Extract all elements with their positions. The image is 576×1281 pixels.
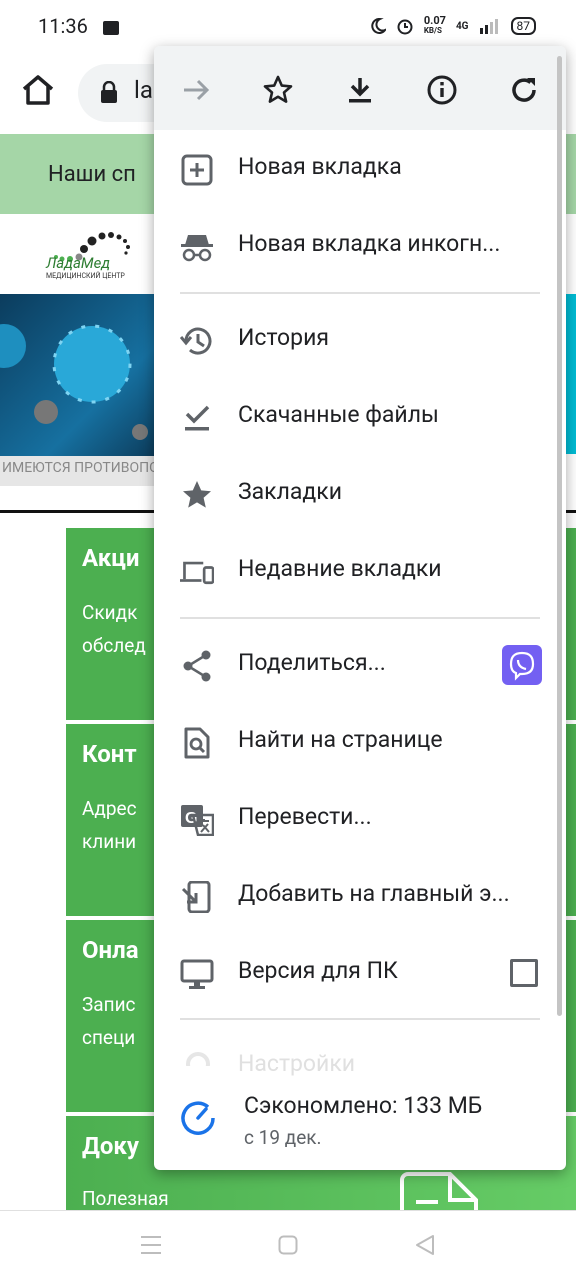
add-to-home-icon xyxy=(181,881,211,913)
page-info-icon[interactable] xyxy=(426,74,458,106)
menu-item-add-to-home[interactable]: Добавить на главный э... xyxy=(154,858,566,935)
virus-illustration xyxy=(0,324,148,440)
reload-icon[interactable] xyxy=(508,74,540,106)
logo-name: ЛадаМед xyxy=(46,254,111,272)
menu-item-translate[interactable]: G Перевести... xyxy=(154,781,566,858)
recent-apps-icon[interactable] xyxy=(140,1235,162,1255)
signal-icon xyxy=(479,19,498,34)
menu-item-incognito[interactable]: Новая вкладка инкогн... xyxy=(154,208,566,285)
menu-item-history[interactable]: История xyxy=(154,302,566,379)
card-text: Скидк xyxy=(82,601,138,624)
card-title: Конт xyxy=(82,740,137,768)
menu-item-label: Закладки xyxy=(238,478,342,505)
network-speed-unit: KB/S xyxy=(423,26,442,35)
network-type: 4G xyxy=(455,20,469,32)
card-text: обслед xyxy=(82,634,146,657)
menu-scrollbar[interactable] xyxy=(557,56,562,1016)
menu-item-label: Недавние вкладки xyxy=(238,555,442,582)
card-text: Адрес xyxy=(82,797,137,820)
settings-gear-icon xyxy=(186,1052,210,1066)
share-icon xyxy=(183,650,211,682)
data-saved-since: с 19 дек. xyxy=(244,1126,322,1149)
viber-share-icon[interactable] xyxy=(502,645,542,685)
hero-caption: ИМЕЮТСЯ ПРОТИВОПОКА xyxy=(2,460,177,476)
hero-image-virus xyxy=(0,294,160,480)
bookmark-star-icon[interactable] xyxy=(262,74,294,106)
banner-text: Наши сп xyxy=(48,162,136,187)
home-icon[interactable] xyxy=(20,72,56,108)
menu-item-label: Версия для ПК xyxy=(238,957,398,984)
menu-item-recent-tabs[interactable]: Недавние вкладки xyxy=(154,533,566,610)
card-title: Акци xyxy=(82,544,140,572)
forward-arrow-icon[interactable] xyxy=(180,74,212,106)
do-not-disturb-moon-icon xyxy=(371,18,386,34)
data-saver-gauge-icon xyxy=(181,1101,215,1135)
recent-tabs-icon xyxy=(180,561,214,585)
network-speed-value: 0.07 xyxy=(423,14,446,27)
viber-phone-glyph xyxy=(509,651,535,681)
status-indicators: 0.07 KB/S 4G 87 xyxy=(370,14,536,36)
card-title: Доку xyxy=(82,1132,140,1160)
data-saved-title[interactable]: Сэкономлено: 133 МБ xyxy=(244,1092,482,1119)
new-tab-icon xyxy=(181,154,213,186)
card-text: Запис xyxy=(82,993,136,1016)
desktop-icon xyxy=(180,959,214,989)
menu-item-label: Добавить на главный э... xyxy=(238,880,510,907)
menu-item-label: Новая вкладка xyxy=(238,153,402,180)
download-icon[interactable] xyxy=(344,74,376,106)
translate-icon: G xyxy=(181,805,214,836)
menu-divider xyxy=(180,292,540,294)
find-in-page-icon xyxy=(184,727,210,759)
menu-item-downloads[interactable]: Скачанные файлы xyxy=(154,379,566,456)
menu-item-new-tab[interactable]: Новая вкладка xyxy=(154,131,566,208)
bookmarks-star-icon xyxy=(183,481,211,508)
card-text: клини xyxy=(82,830,137,853)
history-icon xyxy=(180,327,212,355)
menu-item-find-in-page[interactable]: Найти на странице xyxy=(154,704,566,781)
network-speed: 0.07 KB/S xyxy=(423,14,446,36)
gallery-notification-icon xyxy=(103,21,119,35)
menu-item-label: Новая вкладка инкогн... xyxy=(238,230,501,257)
alarm-icon xyxy=(397,19,413,35)
lock-icon xyxy=(101,81,117,103)
menu-item-bookmarks[interactable]: Закладки xyxy=(154,456,566,533)
downloads-icon xyxy=(185,405,210,431)
menu-item-desktop-version[interactable]: Версия для ПК xyxy=(154,935,566,1012)
menu-divider xyxy=(180,1018,540,1020)
menu-item-label: Найти на странице xyxy=(238,726,443,753)
battery-icon: 87 xyxy=(510,17,536,35)
document-icon xyxy=(400,1172,478,1210)
card-title: Онла xyxy=(82,936,139,964)
back-nav-icon[interactable] xyxy=(414,1234,436,1256)
home-nav-icon[interactable] xyxy=(278,1235,298,1255)
status-time: 11:36 xyxy=(38,14,88,38)
card-text: специ xyxy=(82,1026,136,1049)
logo-subtitle: МЕДИЦИНСКИЙ ЦЕНТР xyxy=(46,272,125,280)
menu-item-label: Скачанные файлы xyxy=(238,401,439,428)
menu-divider xyxy=(180,617,540,619)
browser-overflow-menu: Новая вкладка Новая вкладка инкогн... Ис… xyxy=(154,46,566,1170)
menu-item-label: Перевести... xyxy=(238,803,372,830)
desktop-version-checkbox[interactable] xyxy=(510,959,538,987)
menu-item-label: История xyxy=(238,324,329,351)
incognito-icon xyxy=(181,235,213,262)
menu-item-label: Поделиться... xyxy=(238,649,386,676)
url-text[interactable]: la xyxy=(134,76,153,104)
menu-item-settings-partial[interactable]: Настройки xyxy=(238,1050,355,1077)
